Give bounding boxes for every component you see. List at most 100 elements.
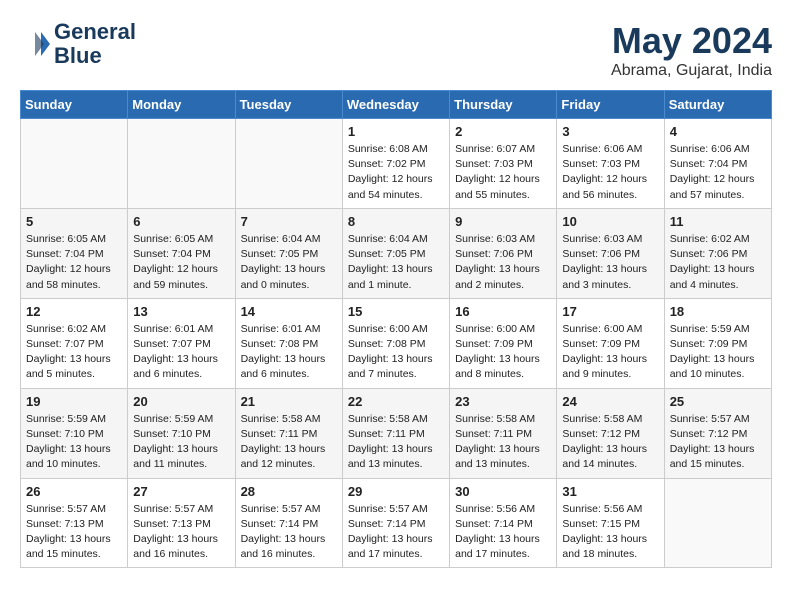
day-number: 2	[455, 124, 551, 139]
day-header-sunday: Sunday	[21, 91, 128, 119]
calendar-cell: 25 Sunrise: 5:57 AM Sunset: 7:12 PM Dayli…	[664, 388, 771, 478]
cell-content: Sunrise: 6:00 AM Sunset: 7:08 PM Dayligh…	[348, 322, 444, 383]
logo-icon	[20, 29, 50, 59]
calendar-cell	[21, 119, 128, 209]
calendar-cell: 27 Sunrise: 5:57 AM Sunset: 7:13 PM Dayli…	[128, 478, 235, 568]
day-number: 21	[241, 394, 337, 409]
calendar-cell: 31 Sunrise: 5:56 AM Sunset: 7:15 PM Dayli…	[557, 478, 664, 568]
logo-text: General Blue	[54, 20, 136, 68]
calendar-cell: 26 Sunrise: 5:57 AM Sunset: 7:13 PM Dayli…	[21, 478, 128, 568]
calendar-cell: 6 Sunrise: 6:05 AM Sunset: 7:04 PM Daylig…	[128, 208, 235, 298]
day-number: 13	[133, 304, 229, 319]
calendar-cell: 16 Sunrise: 6:00 AM Sunset: 7:09 PM Dayli…	[450, 298, 557, 388]
day-number: 11	[670, 214, 766, 229]
calendar-cell: 14 Sunrise: 6:01 AM Sunset: 7:08 PM Dayli…	[235, 298, 342, 388]
cell-content: Sunrise: 5:58 AM Sunset: 7:11 PM Dayligh…	[455, 412, 551, 473]
day-number: 6	[133, 214, 229, 229]
day-header-saturday: Saturday	[664, 91, 771, 119]
day-number: 1	[348, 124, 444, 139]
cell-content: Sunrise: 5:57 AM Sunset: 7:13 PM Dayligh…	[26, 502, 122, 563]
calendar-cell: 21 Sunrise: 5:58 AM Sunset: 7:11 PM Dayli…	[235, 388, 342, 478]
calendar-cell: 12 Sunrise: 6:02 AM Sunset: 7:07 PM Dayli…	[21, 298, 128, 388]
day-number: 28	[241, 484, 337, 499]
cell-content: Sunrise: 6:00 AM Sunset: 7:09 PM Dayligh…	[455, 322, 551, 383]
day-number: 15	[348, 304, 444, 319]
calendar-cell: 2 Sunrise: 6:07 AM Sunset: 7:03 PM Daylig…	[450, 119, 557, 209]
calendar-cell: 1 Sunrise: 6:08 AM Sunset: 7:02 PM Daylig…	[342, 119, 449, 209]
cell-content: Sunrise: 6:05 AM Sunset: 7:04 PM Dayligh…	[133, 232, 229, 293]
cell-content: Sunrise: 6:08 AM Sunset: 7:02 PM Dayligh…	[348, 142, 444, 203]
day-number: 18	[670, 304, 766, 319]
day-header-friday: Friday	[557, 91, 664, 119]
calendar-cell: 4 Sunrise: 6:06 AM Sunset: 7:04 PM Daylig…	[664, 119, 771, 209]
logo: General Blue	[20, 20, 136, 68]
cell-content: Sunrise: 6:00 AM Sunset: 7:09 PM Dayligh…	[562, 322, 658, 383]
day-number: 14	[241, 304, 337, 319]
title-block: May 2024 Abrama, Gujarat, India	[611, 20, 772, 80]
cell-content: Sunrise: 5:58 AM Sunset: 7:11 PM Dayligh…	[241, 412, 337, 473]
day-header-thursday: Thursday	[450, 91, 557, 119]
cell-content: Sunrise: 5:58 AM Sunset: 7:11 PM Dayligh…	[348, 412, 444, 473]
cell-content: Sunrise: 6:06 AM Sunset: 7:03 PM Dayligh…	[562, 142, 658, 203]
day-header-wednesday: Wednesday	[342, 91, 449, 119]
day-header-tuesday: Tuesday	[235, 91, 342, 119]
day-number: 22	[348, 394, 444, 409]
calendar-cell: 13 Sunrise: 6:01 AM Sunset: 7:07 PM Dayli…	[128, 298, 235, 388]
day-number: 4	[670, 124, 766, 139]
day-number: 7	[241, 214, 337, 229]
day-number: 23	[455, 394, 551, 409]
cell-content: Sunrise: 6:02 AM Sunset: 7:06 PM Dayligh…	[670, 232, 766, 293]
calendar-cell	[235, 119, 342, 209]
cell-content: Sunrise: 6:04 AM Sunset: 7:05 PM Dayligh…	[348, 232, 444, 293]
cell-content: Sunrise: 6:01 AM Sunset: 7:08 PM Dayligh…	[241, 322, 337, 383]
cell-content: Sunrise: 6:06 AM Sunset: 7:04 PM Dayligh…	[670, 142, 766, 203]
cell-content: Sunrise: 5:59 AM Sunset: 7:09 PM Dayligh…	[670, 322, 766, 383]
day-number: 25	[670, 394, 766, 409]
calendar-cell: 10Sunrise: 6:03 AM Sunset: 7:06 PM Dayli…	[557, 208, 664, 298]
day-number: 16	[455, 304, 551, 319]
day-number: 19	[26, 394, 122, 409]
day-number: 8	[348, 214, 444, 229]
day-number: 12	[26, 304, 122, 319]
calendar-cell: 15 Sunrise: 6:00 AM Sunset: 7:08 PM Dayli…	[342, 298, 449, 388]
day-number: 9	[455, 214, 551, 229]
calendar-cell: 22 Sunrise: 5:58 AM Sunset: 7:11 PM Dayli…	[342, 388, 449, 478]
day-number: 26	[26, 484, 122, 499]
day-number: 31	[562, 484, 658, 499]
calendar-cell: 8 Sunrise: 6:04 AM Sunset: 7:05 PM Daylig…	[342, 208, 449, 298]
calendar-cell: 7 Sunrise: 6:04 AM Sunset: 7:05 PM Daylig…	[235, 208, 342, 298]
calendar-cell: 23 Sunrise: 5:58 AM Sunset: 7:11 PM Dayli…	[450, 388, 557, 478]
cell-content: Sunrise: 6:02 AM Sunset: 7:07 PM Dayligh…	[26, 322, 122, 383]
cell-content: Sunrise: 5:56 AM Sunset: 7:15 PM Dayligh…	[562, 502, 658, 563]
cell-content: Sunrise: 6:03 AM Sunset: 7:06 PM Dayligh…	[562, 232, 658, 293]
day-number: 29	[348, 484, 444, 499]
cell-content: Sunrise: 6:07 AM Sunset: 7:03 PM Dayligh…	[455, 142, 551, 203]
calendar-cell: 18 Sunrise: 5:59 AM Sunset: 7:09 PM Dayli…	[664, 298, 771, 388]
calendar-cell: 19 Sunrise: 5:59 AM Sunset: 7:10 PM Dayli…	[21, 388, 128, 478]
day-number: 24	[562, 394, 658, 409]
cell-content: Sunrise: 6:04 AM Sunset: 7:05 PM Dayligh…	[241, 232, 337, 293]
cell-content: Sunrise: 5:58 AM Sunset: 7:12 PM Dayligh…	[562, 412, 658, 473]
cell-content: Sunrise: 6:03 AM Sunset: 7:06 PM Dayligh…	[455, 232, 551, 293]
calendar-title: May 2024	[611, 20, 772, 62]
cell-content: Sunrise: 5:59 AM Sunset: 7:10 PM Dayligh…	[26, 412, 122, 473]
day-number: 5	[26, 214, 122, 229]
calendar-cell: 28 Sunrise: 5:57 AM Sunset: 7:14 PM Dayli…	[235, 478, 342, 568]
calendar-cell: 24 Sunrise: 5:58 AM Sunset: 7:12 PM Dayli…	[557, 388, 664, 478]
calendar-cell: 17 Sunrise: 6:00 AM Sunset: 7:09 PM Dayli…	[557, 298, 664, 388]
day-number: 17	[562, 304, 658, 319]
day-number: 3	[562, 124, 658, 139]
calendar-cell	[664, 478, 771, 568]
cell-content: Sunrise: 6:01 AM Sunset: 7:07 PM Dayligh…	[133, 322, 229, 383]
cell-content: Sunrise: 5:59 AM Sunset: 7:10 PM Dayligh…	[133, 412, 229, 473]
day-number: 27	[133, 484, 229, 499]
calendar-cell: 11 Sunrise: 6:02 AM Sunset: 7:06 PM Dayli…	[664, 208, 771, 298]
cell-content: Sunrise: 5:57 AM Sunset: 7:12 PM Dayligh…	[670, 412, 766, 473]
cell-content: Sunrise: 5:57 AM Sunset: 7:13 PM Dayligh…	[133, 502, 229, 563]
calendar-cell: 30Sunrise: 5:56 AM Sunset: 7:14 PM Dayli…	[450, 478, 557, 568]
calendar-cell: 5Sunrise: 6:05 AM Sunset: 7:04 PM Daylig…	[21, 208, 128, 298]
cell-content: Sunrise: 5:56 AM Sunset: 7:14 PM Dayligh…	[455, 502, 551, 563]
cell-content: Sunrise: 5:57 AM Sunset: 7:14 PM Dayligh…	[241, 502, 337, 563]
calendar-cell: 20Sunrise: 5:59 AM Sunset: 7:10 PM Dayli…	[128, 388, 235, 478]
cell-content: Sunrise: 5:57 AM Sunset: 7:14 PM Dayligh…	[348, 502, 444, 563]
